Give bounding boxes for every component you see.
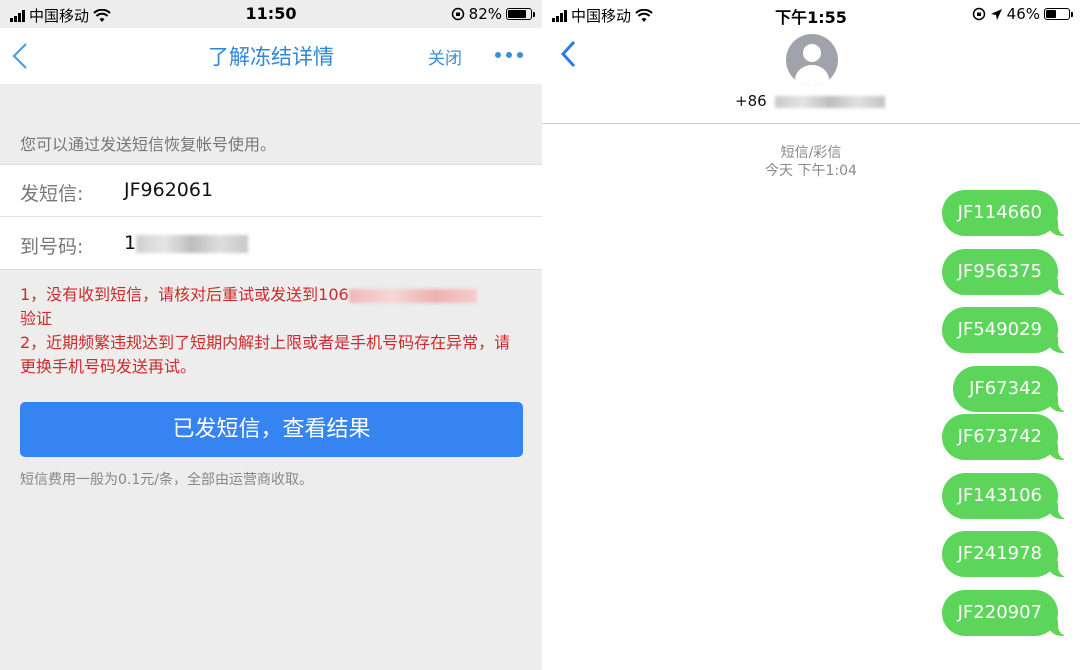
message-bubble[interactable]: JF114660 <box>941 190 1069 236</box>
message-bubble[interactable]: JF956375 <box>941 249 1069 295</box>
battery-icon <box>1044 8 1073 20</box>
blurred-number <box>348 288 477 303</box>
message-bubble[interactable]: JF549029 <box>941 307 1069 353</box>
orientation-lock-icon <box>451 7 464 21</box>
check-result-button[interactable]: 已发短信，查看结果 <box>20 402 523 457</box>
status-bar: 中国移动 11:50 82% <box>0 0 542 28</box>
phone-prefix: +86 <box>735 92 767 110</box>
fee-note: 短信费用一般为0.1元/条，全部由运营商收取。 <box>20 472 313 488</box>
avatar[interactable] <box>786 34 838 86</box>
blurred-phone-number <box>775 96 885 108</box>
to-label: 到号码: <box>20 236 84 258</box>
nav-bar: 了解冻结详情 关闭 <box>0 28 542 84</box>
message-bubble[interactable]: JF143106 <box>941 473 1069 519</box>
battery-icon <box>506 8 535 20</box>
sms-info-card: 发短信: JF962061 到号码: 1 <box>0 164 542 270</box>
battery-percent: 82% <box>468 5 502 23</box>
message-bubble[interactable]: JF67342 <box>953 366 1068 412</box>
contact-header: +86 <box>542 28 1080 124</box>
message-bubble[interactable]: JF241978 <box>941 531 1069 577</box>
location-icon <box>990 8 1002 20</box>
close-button[interactable]: 关闭 <box>428 44 462 69</box>
to-number: 1 <box>124 232 137 254</box>
warning-text: 1，没有收到短信，请核对后重试或发送到106 验证 2，近期频繁违规达到了短期内… <box>20 283 525 379</box>
send-row: 发短信: JF962061 <box>0 165 542 217</box>
more-icon[interactable] <box>494 45 524 65</box>
message-time: 今天 下午1:04 <box>765 163 857 179</box>
left-screen: 中国移动 11:50 82% 了解冻结详情 关闭 您可以通过发送短信恢复帐号使用… <box>0 0 542 670</box>
status-bar: 中国移动 下午1:55 46% <box>542 0 1080 28</box>
send-code: JF962061 <box>124 179 214 201</box>
warning-line-1: 1，没有收到短信，请核对后重试或发送到106 <box>20 285 349 304</box>
right-screen: 中国移动 下午1:55 46% +86 短信/彩信 今天 下午1:04 JF11… <box>542 0 1080 670</box>
message-bubble[interactable]: JF220907 <box>941 590 1069 636</box>
back-icon[interactable] <box>558 38 580 70</box>
to-row: 到号码: 1 <box>0 218 542 270</box>
send-label: 发短信: <box>20 183 84 205</box>
blurred-number <box>136 235 248 253</box>
warning-line-3: 2，近期频繁违规达到了短期内解封上限或者是手机号码存在异常，请更换手机号码发送再… <box>20 333 511 376</box>
battery-percent: 46% <box>1006 5 1040 23</box>
message-type: 短信/彩信 <box>780 145 842 161</box>
orientation-lock-icon <box>972 7 985 21</box>
warning-line-2: 验证 <box>20 309 53 328</box>
message-bubble[interactable]: JF673742 <box>941 414 1069 460</box>
hint-text: 您可以通过发送短信恢复帐号使用。 <box>20 135 277 154</box>
